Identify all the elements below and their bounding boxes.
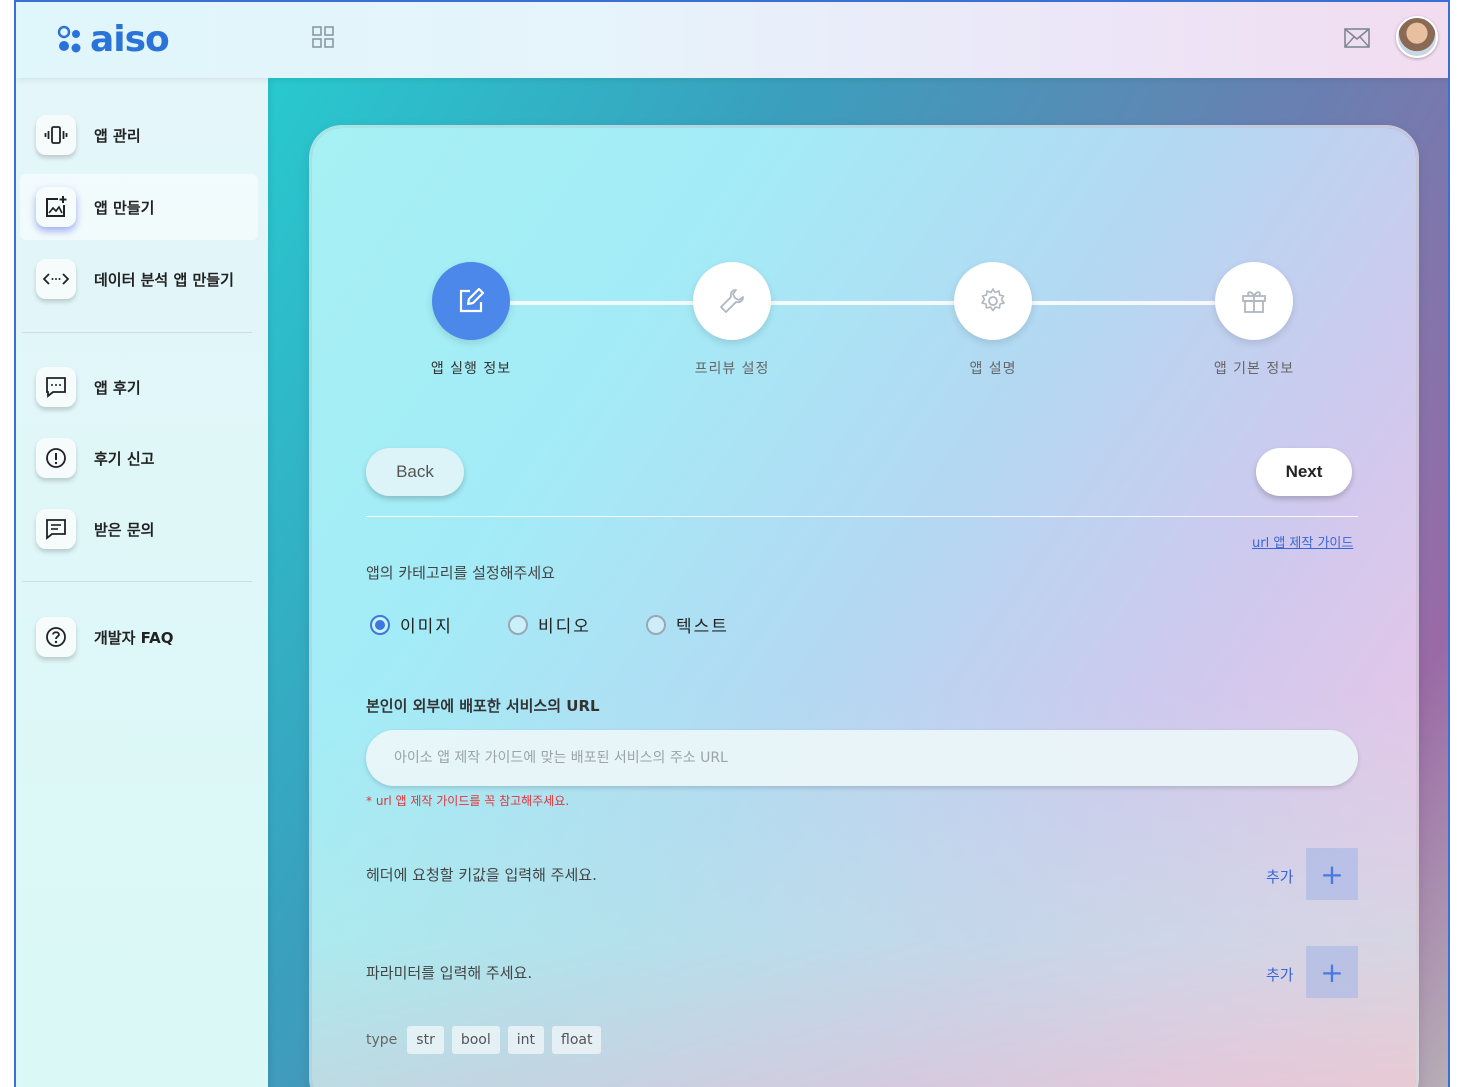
app-create-card: 앱 실행 정보 프리뷰 설정 앱 설명 앱 기본 정보 Back Next ur… bbox=[312, 128, 1416, 1087]
sidebar-item-app-create[interactable]: 앱 만들기 bbox=[20, 174, 258, 240]
category-prompt: 앱의 카테고리를 설정해주세요 bbox=[366, 564, 555, 582]
sidebar-item-data-app-create[interactable]: 데이터 분석 앱 만들기 bbox=[20, 246, 258, 312]
vibrate-phone-icon bbox=[36, 115, 76, 155]
step-app-basic-info[interactable] bbox=[1215, 262, 1293, 340]
sidebar-item-label: 받은 문의 bbox=[94, 520, 155, 539]
sidebar-item-label: 앱 만들기 bbox=[94, 198, 155, 217]
sidebar-divider bbox=[22, 581, 252, 582]
step-label: 앱 기본 정보 bbox=[1213, 361, 1295, 377]
radio-label: 비디오 bbox=[538, 617, 591, 637]
sidebar-item-dev-faq[interactable]: 개발자 FAQ bbox=[20, 604, 258, 670]
message-icon bbox=[36, 509, 76, 549]
avatar[interactable] bbox=[1396, 16, 1438, 58]
type-chips: type str bool int float bbox=[366, 1026, 609, 1054]
step-label: 앱 설명 bbox=[969, 361, 1017, 377]
sidebar-item-app-reviews[interactable]: 앱 후기 bbox=[20, 354, 258, 420]
edit-icon bbox=[459, 287, 485, 313]
step-label: 앱 실행 정보 bbox=[430, 361, 512, 377]
radio-button[interactable] bbox=[646, 614, 666, 635]
logo-text: aiso bbox=[90, 19, 170, 60]
sidebar-item-inquiries[interactable]: 받은 문의 bbox=[20, 496, 258, 562]
sidebar-item-app-manage[interactable]: 앱 관리 bbox=[20, 102, 258, 168]
grid-icon[interactable] bbox=[312, 26, 334, 48]
gift-icon bbox=[1242, 291, 1266, 313]
header-add-button[interactable]: + bbox=[1306, 848, 1358, 900]
sidebar-item-label: 데이터 분석 앱 만들기 bbox=[94, 270, 234, 289]
radio-text-option[interactable]: 텍스트 bbox=[646, 612, 729, 637]
header-add-label[interactable]: 추가 bbox=[1266, 866, 1294, 887]
step-label: 프리뷰 설정 bbox=[694, 361, 770, 377]
top-header: aiso bbox=[16, 2, 1448, 78]
logo-dots-icon bbox=[57, 25, 81, 53]
sidebar: 앱 관리 앱 만들기 데이터 분석 앱 만들기 앱 후기 후기 신고 받은 문의… bbox=[16, 78, 268, 1087]
radio-label: 이미지 bbox=[400, 617, 453, 637]
back-button[interactable]: Back bbox=[366, 448, 464, 496]
step-app-description[interactable] bbox=[954, 262, 1032, 340]
code-brackets-icon bbox=[36, 259, 76, 299]
type-label: type bbox=[366, 1032, 398, 1048]
card-divider bbox=[366, 516, 1358, 517]
sidebar-divider bbox=[22, 332, 252, 333]
radio-button[interactable] bbox=[508, 614, 528, 635]
chat-bubble-icon bbox=[36, 367, 76, 407]
sidebar-item-label: 앱 후기 bbox=[94, 378, 141, 397]
radio-label: 텍스트 bbox=[676, 617, 729, 637]
header-key-prompt: 헤더에 요청할 키값을 입력해 주세요. bbox=[366, 866, 597, 884]
app-frame: aiso 앱 관리 앱 만들기 데이터 분석 앱 만들기 앱 후기 후기 신고 … bbox=[14, 0, 1450, 1087]
sidebar-item-label: 후기 신고 bbox=[94, 449, 155, 468]
url-warning: * url 앱 제작 가이드를 꼭 참고해주세요. bbox=[366, 794, 570, 808]
service-url-input[interactable] bbox=[366, 730, 1358, 786]
radio-button[interactable] bbox=[370, 614, 390, 635]
sidebar-item-label: 앱 관리 bbox=[94, 126, 141, 145]
gear-icon bbox=[981, 288, 1005, 312]
add-image-icon bbox=[36, 187, 76, 227]
step-app-run-info[interactable] bbox=[432, 262, 510, 340]
sidebar-item-review-reports[interactable]: 후기 신고 bbox=[20, 425, 258, 491]
sidebar-item-label: 개발자 FAQ bbox=[94, 628, 174, 647]
type-chip-float[interactable]: float bbox=[552, 1026, 602, 1054]
wrench-icon bbox=[720, 289, 744, 313]
next-button[interactable]: Next bbox=[1256, 448, 1352, 496]
type-chip-str[interactable]: str bbox=[407, 1026, 444, 1054]
type-chip-bool[interactable]: bool bbox=[451, 1026, 500, 1054]
param-add-label[interactable]: 추가 bbox=[1266, 964, 1294, 985]
param-prompt: 파라미터를 입력해 주세요. bbox=[366, 964, 533, 982]
radio-image[interactable]: 이미지 bbox=[370, 612, 453, 637]
step-preview-settings[interactable] bbox=[693, 262, 771, 340]
logo[interactable]: aiso bbox=[56, 19, 170, 60]
url-guide-link[interactable]: url 앱 제작 가이드 bbox=[1252, 532, 1353, 551]
param-add-button[interactable]: + bbox=[1306, 946, 1358, 998]
help-circle-icon bbox=[36, 617, 76, 657]
mail-icon[interactable] bbox=[1344, 28, 1370, 48]
radio-video[interactable]: 비디오 bbox=[508, 612, 591, 637]
type-chip-int[interactable]: int bbox=[507, 1026, 545, 1054]
alert-circle-icon bbox=[36, 438, 76, 478]
url-label: 본인이 외부에 배포한 서비스의 URL bbox=[366, 697, 600, 715]
